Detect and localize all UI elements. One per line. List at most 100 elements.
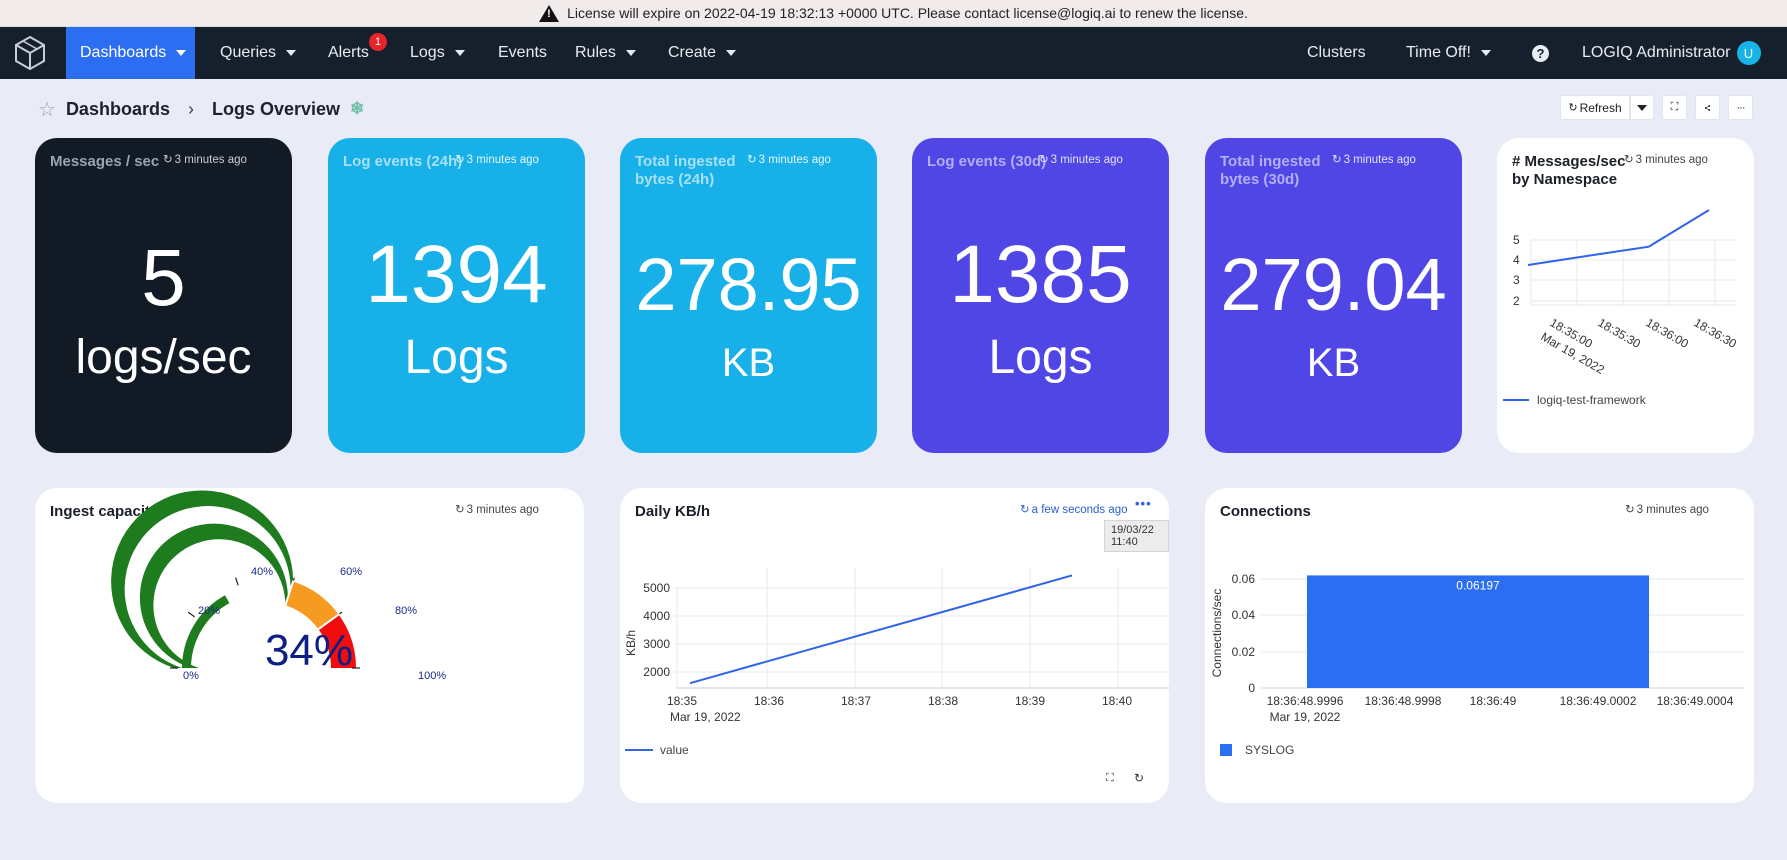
gauge-tick-label: 20% bbox=[198, 605, 220, 617]
gauge-tick-label: 0% bbox=[183, 670, 199, 682]
card-time: 3 minutes ago bbox=[1343, 154, 1416, 166]
expand-chart-button[interactable]: ⛶ bbox=[1106, 772, 1114, 785]
help-icon: ? bbox=[1532, 44, 1549, 62]
warning-icon bbox=[539, 4, 560, 22]
nav-queries[interactable]: Queries bbox=[206, 27, 310, 79]
chevron-right-icon: › bbox=[187, 98, 194, 119]
fullscreen-icon: ⛶ bbox=[1670, 101, 1679, 113]
breadcrumb: ☆ Dashboards › Logs Overview ❄ bbox=[38, 96, 364, 122]
chevron-down-icon bbox=[454, 50, 465, 56]
x-tick: 18:36:30 bbox=[1692, 315, 1740, 351]
fullscreen-button[interactable]: ⛶ bbox=[1662, 95, 1687, 120]
stat-unit: Logs bbox=[988, 331, 1093, 384]
stat-value: 279.04 bbox=[1220, 243, 1447, 326]
nav-logs[interactable]: Logs bbox=[396, 27, 479, 79]
avatar: U bbox=[1736, 41, 1761, 65]
ingest-capacity-card: Ingest capacity utilization ↻ 3 minutes a… bbox=[35, 488, 584, 803]
refresh-chart-button[interactable]: ↻ bbox=[1134, 771, 1144, 785]
nav-clusters[interactable]: Clusters bbox=[1293, 27, 1380, 79]
user-name: LOGIQ Administrator bbox=[1582, 44, 1731, 61]
legend-label: value bbox=[660, 743, 689, 757]
y-tick: 0.06 bbox=[1232, 572, 1256, 586]
series-line-logiq-test-framework bbox=[1527, 209, 1710, 266]
connections-card: Connections ↻ 3 minutes ago Connections/s… bbox=[1205, 488, 1754, 803]
nav-rules-label: Rules bbox=[575, 44, 616, 61]
more-options-button[interactable]: ··· bbox=[1728, 95, 1753, 120]
chevron-down-icon bbox=[625, 50, 636, 56]
x-tick-sub: Mar 19, 2022 bbox=[1270, 710, 1341, 724]
x-tick: 18:40 bbox=[1102, 694, 1132, 708]
logiq-logo[interactable] bbox=[12, 33, 48, 73]
namespace-chart-card: # Messages/sec by Namespace ↻ 3 minutes a… bbox=[1497, 138, 1754, 453]
series-line-value bbox=[689, 574, 1073, 685]
page-title: Logs Overview bbox=[211, 98, 341, 119]
favorite-star-icon[interactable]: ☆ bbox=[38, 97, 56, 122]
nav-dashboards[interactable]: Dashboards bbox=[66, 27, 195, 79]
stat-card-bytes-30d: Total ingested bytes (30d) ↻ 3 minutes ag… bbox=[1205, 138, 1462, 453]
help-button[interactable]: ? bbox=[1518, 27, 1563, 79]
namespace-line-chart: 5 4 3 2 18:35:00 Mar 19, 2022 18:35:30 1… bbox=[1503, 209, 1740, 407]
card-title: Messages / sec bbox=[50, 153, 160, 170]
y-tick: 3000 bbox=[643, 637, 670, 651]
stat-unit: logs/sec bbox=[75, 331, 252, 384]
stat-card-messages-per-sec: Messages / sec ↻ 3 minutes ago 5 logs/sec bbox=[35, 138, 292, 453]
nav-time-off[interactable]: Time Off! bbox=[1392, 27, 1505, 79]
daily-line-chart: KB/h 5000 4000 3000 2000 18:35 Mar 19, 2… bbox=[624, 568, 1169, 757]
y-tick: 4000 bbox=[643, 609, 670, 623]
y-tick: 0.04 bbox=[1232, 608, 1256, 622]
x-tick: 18:35 bbox=[667, 694, 697, 708]
x-tick: 18:36:48.9996 bbox=[1267, 694, 1344, 708]
user-menu[interactable]: LOGIQ Administrator U bbox=[1568, 27, 1775, 79]
nav-alerts[interactable]: Alerts 1 bbox=[314, 27, 387, 79]
card-title: Total ingested bytes (30d) bbox=[1220, 153, 1321, 188]
breadcrumb-dashboards[interactable]: Dashboards bbox=[66, 99, 170, 120]
nav-time-off-label: Time Off! bbox=[1406, 44, 1471, 61]
gauge-tick-label: 100% bbox=[418, 670, 446, 682]
stat-card-bytes-24h: Total ingested bytes (24h) ↻ 3 minutes ag… bbox=[620, 138, 877, 453]
y-axis-label: Connections/sec bbox=[1210, 589, 1224, 678]
card-timestamp: ↻ 3 minutes ago bbox=[1332, 152, 1416, 166]
chevron-down-icon bbox=[1637, 104, 1647, 111]
y-tick: 0 bbox=[1248, 681, 1255, 695]
x-tick: 18:37 bbox=[841, 694, 871, 708]
x-tick: 18:36 bbox=[754, 694, 784, 708]
y-tick: 2000 bbox=[643, 665, 670, 679]
nav-create[interactable]: Create bbox=[654, 27, 750, 79]
gauge-tick-label: 40% bbox=[251, 566, 273, 578]
chevron-down-icon bbox=[176, 50, 187, 56]
x-tick-sub: Mar 19, 2022 bbox=[670, 710, 741, 724]
y-tick: 2 bbox=[1513, 294, 1520, 308]
chevron-down-icon bbox=[1480, 50, 1491, 56]
gauge-tick-label: 60% bbox=[340, 566, 362, 578]
card-timestamp: ↻ 3 minutes ago bbox=[163, 152, 247, 166]
stat-card-log-events-24h: Log events (24h) ↻ 3 minutes ago 1394 Log… bbox=[328, 138, 585, 453]
card-time: 3 minutes ago bbox=[1050, 154, 1123, 166]
chevron-down-icon bbox=[286, 50, 297, 56]
y-tick: 0.02 bbox=[1232, 645, 1256, 659]
gauge-tick bbox=[187, 611, 195, 618]
x-tick: 18:35:30 bbox=[1596, 315, 1644, 351]
refresh-icon: ↻ bbox=[1568, 102, 1578, 114]
nav-events[interactable]: Events bbox=[484, 27, 561, 79]
x-tick: 18:36:49.0002 bbox=[1560, 694, 1637, 708]
x-tick: 18:36:49.0004 bbox=[1657, 694, 1734, 708]
stat-value: 278.95 bbox=[635, 243, 862, 326]
daily-kbh-card: Daily KB/h ↻ a few seconds ago ••• 19/03/… bbox=[620, 488, 1169, 803]
nav-dashboards-label: Dashboards bbox=[80, 44, 167, 61]
refresh-icon: ↻ bbox=[1332, 154, 1342, 166]
refresh-dropdown-button[interactable] bbox=[1630, 95, 1654, 120]
refresh-button[interactable]: ↻ Refresh bbox=[1560, 95, 1630, 120]
card-title: Total ingested bytes (24h) bbox=[635, 153, 736, 188]
nav-rules[interactable]: Rules bbox=[561, 27, 650, 79]
dashboard-toolbar: ↻ Refresh ⛶ ··· bbox=[1560, 95, 1753, 120]
x-tick: 18:36:00 bbox=[1644, 315, 1692, 351]
share-button[interactable] bbox=[1695, 95, 1720, 120]
gauge-tick-label: 80% bbox=[395, 605, 417, 617]
stat-unit: KB bbox=[1306, 341, 1361, 385]
more-icon: ··· bbox=[1736, 101, 1746, 114]
stat-value: 1385 bbox=[949, 229, 1132, 320]
top-navbar: Dashboards Queries Alerts 1 Logs Events … bbox=[0, 27, 1787, 79]
legend-swatch bbox=[1220, 744, 1232, 756]
refresh-icon: ↻ bbox=[163, 154, 173, 166]
card-timestamp: ↻ 3 minutes ago bbox=[747, 152, 831, 166]
